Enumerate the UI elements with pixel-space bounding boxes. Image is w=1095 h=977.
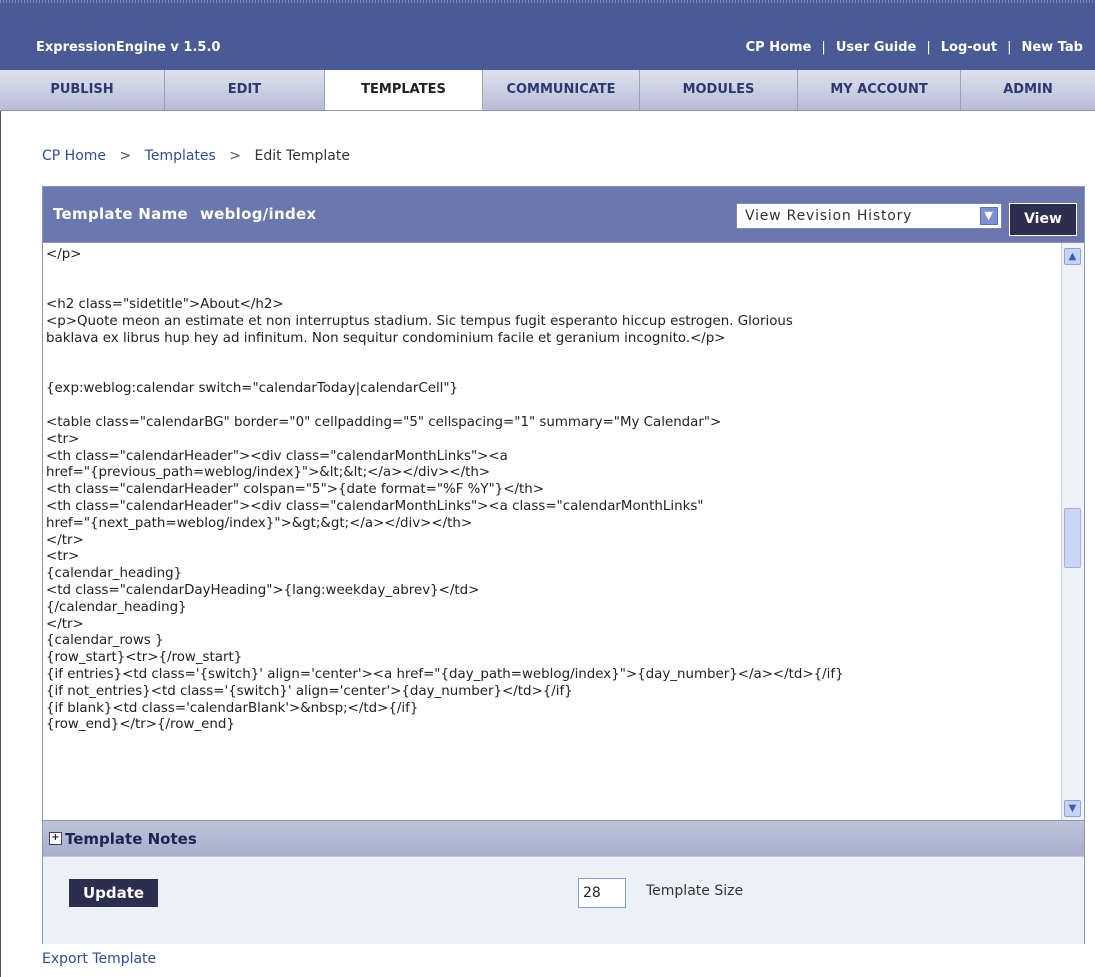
breadcrumb-current: Edit Template	[254, 148, 350, 164]
cp-home-link[interactable]: CP Home	[746, 40, 812, 55]
breadcrumb-separator: >	[119, 148, 132, 164]
update-button[interactable]: Update	[69, 879, 158, 907]
template-panel-header: Template Name weblog/index View Revision …	[43, 187, 1084, 242]
template-notes-toggle[interactable]: + Template Notes	[43, 820, 1084, 857]
scroll-down-icon[interactable]: ▼	[1064, 800, 1081, 817]
scroll-thumb[interactable]	[1064, 508, 1081, 568]
revision-history-select[interactable]: View Revision History ▼	[736, 203, 1002, 229]
chevron-down-icon[interactable]: ▼	[980, 207, 998, 225]
top-stripe	[0, 0, 1095, 28]
export-template-link[interactable]: Export Template	[42, 951, 156, 967]
new-tab-link[interactable]: New Tab	[1021, 40, 1083, 55]
template-footer: Update 28 Template Size	[43, 856, 1084, 944]
logout-link[interactable]: Log-out	[941, 40, 997, 55]
breadcrumb-separator: >	[229, 148, 242, 164]
template-code[interactable]: </p> <h2 class="sidetitle">About</h2> <p…	[46, 247, 1061, 734]
top-header: ExpressionEngine v 1.5.0 CP Home | User …	[0, 28, 1095, 70]
breadcrumb-cp-home[interactable]: CP Home	[42, 148, 106, 164]
template-size-label: Template Size	[646, 883, 744, 899]
revision-select-value: View Revision History	[745, 208, 913, 224]
top-links: CP Home | User Guide | Log-out | New Tab	[746, 40, 1083, 55]
template-size-field[interactable]: 28	[578, 878, 626, 908]
tab-templates[interactable]: TEMPLATES	[325, 70, 483, 110]
tab-publish[interactable]: PUBLISH	[0, 70, 165, 110]
page-left-border	[0, 0, 1, 977]
user-guide-link[interactable]: User Guide	[836, 40, 917, 55]
template-notes-label: Template Notes	[65, 830, 197, 848]
vertical-scrollbar[interactable]: ▲ ▼	[1061, 243, 1084, 821]
template-name: Template Name weblog/index	[53, 205, 316, 223]
breadcrumb-templates[interactable]: Templates	[145, 148, 216, 164]
app-name: ExpressionEngine v 1.5.0	[36, 40, 221, 55]
separator: |	[1007, 40, 1012, 55]
tab-my-account[interactable]: MY ACCOUNT	[798, 70, 961, 110]
separator: |	[926, 40, 931, 55]
scroll-up-icon[interactable]: ▲	[1064, 248, 1081, 265]
tab-edit[interactable]: EDIT	[165, 70, 325, 110]
separator: |	[821, 40, 826, 55]
tab-admin[interactable]: ADMIN	[961, 70, 1095, 110]
breadcrumb: CP Home > Templates > Edit Template	[42, 148, 350, 164]
tab-modules[interactable]: MODULES	[640, 70, 798, 110]
template-edit-panel: Template Name weblog/index View Revision …	[42, 186, 1085, 944]
view-button[interactable]: View	[1009, 203, 1077, 236]
template-name-label: Template Name	[53, 205, 188, 223]
expand-plus-icon[interactable]: +	[49, 832, 62, 845]
tab-communicate[interactable]: COMMUNICATE	[483, 70, 640, 110]
template-name-value: weblog/index	[200, 205, 317, 223]
main-tabs: PUBLISH EDIT TEMPLATES COMMUNICATE MODUL…	[0, 70, 1095, 111]
template-code-editor[interactable]: </p> <h2 class="sidetitle">About</h2> <p…	[43, 242, 1084, 821]
